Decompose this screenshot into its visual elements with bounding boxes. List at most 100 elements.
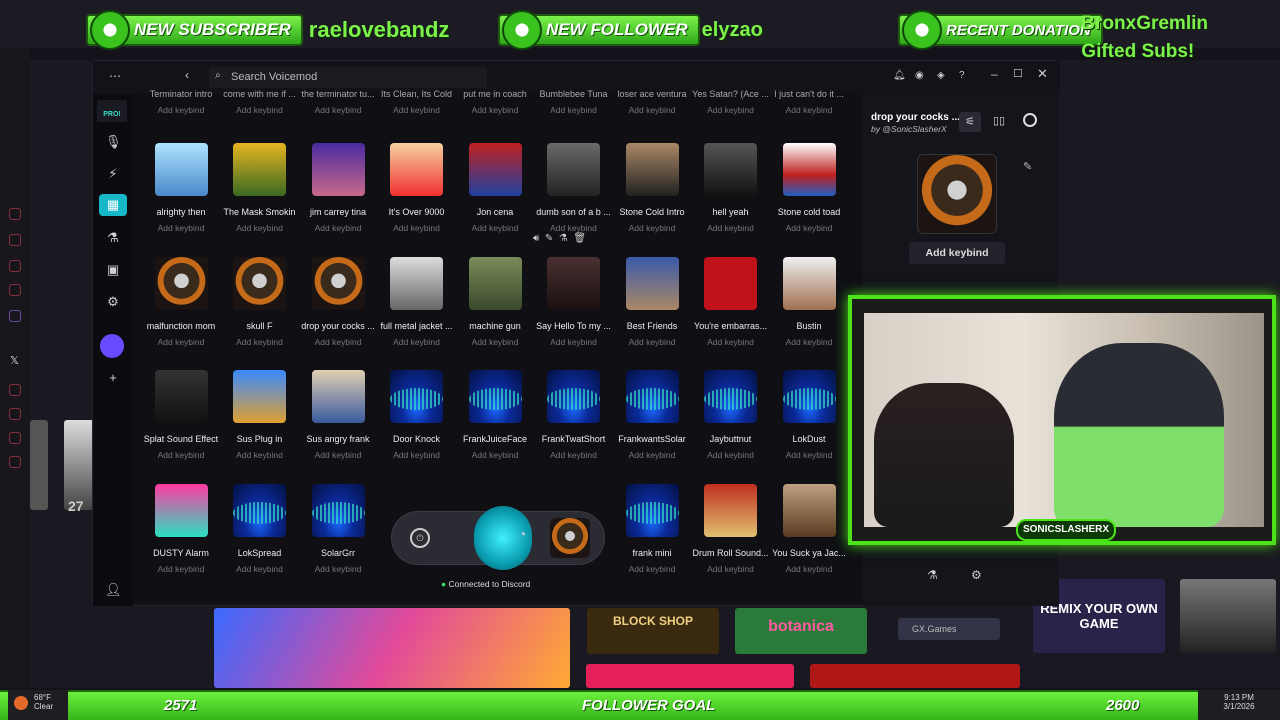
tile-botanica[interactable]: botanica [735,608,867,654]
sound-item[interactable]: DUSTY Alarm Add keybind [141,483,221,574]
sound-thumbnail[interactable] [311,256,365,310]
sound-item[interactable]: Jon cena Add keybind [455,143,535,233]
add-keybind-button[interactable]: Add keybind [909,242,1005,264]
add-keybind-link[interactable]: Add keybind [377,337,457,347]
sound-item[interactable]: I just can't do it ... Add keybind [769,89,849,115]
sound-thumbnail[interactable] [625,256,679,310]
add-keybind-link[interactable]: Add keybind [769,337,849,347]
sound-item[interactable]: Say Hello To my ... Add keybind [534,256,614,347]
more-menu-icon[interactable]: ⋯ [109,69,121,83]
sound-thumbnail[interactable] [233,143,286,196]
sound-item[interactable]: frank mini Add keybind [612,483,692,574]
sound-item[interactable]: Best Friends Add keybind [612,256,692,347]
flask-icon[interactable]: ⚗︎ [927,568,938,582]
sound-item[interactable]: drop your cocks ... Add keybind [298,256,378,347]
sound-thumbnail[interactable] [233,370,286,423]
add-keybind-link[interactable]: Add keybind [377,450,457,460]
sound-item[interactable]: full metal jacket ... Add keybind [377,256,457,347]
sound-thumbnail[interactable] [547,143,600,196]
add-keybind-link[interactable]: Add keybind [377,223,457,233]
trash-icon[interactable]: 🗑︎ [573,233,586,244]
sound-item[interactable]: SolarGrr Add keybind [298,483,378,574]
tag-icon[interactable]: ◈ [937,70,945,81]
game-tile[interactable] [586,664,794,688]
add-keybind-link[interactable]: Add keybind [298,105,378,115]
back-arrow-icon[interactable]: ‹ [185,68,189,82]
sound-thumbnail[interactable] [625,370,679,423]
add-keybind-link[interactable]: Add keybind [220,105,300,115]
store-icon[interactable]: ▣ [105,262,121,278]
add-keybind-link[interactable]: Add keybind [455,450,535,460]
sound-thumbnail[interactable] [154,143,208,196]
sound-thumbnail[interactable] [547,370,600,423]
power-icon[interactable]: ⏻ [410,528,430,548]
sound-thumbnail[interactable] [547,256,600,310]
sound-item[interactable]: Stone cold toad Add keybind [769,143,849,233]
sound-thumbnail[interactable] [468,143,522,196]
x-icon[interactable]: 𝕏 [10,354,19,367]
sound-thumbnail[interactable] [782,143,836,196]
sound-item[interactable]: You're embarras... Add keybind [691,256,771,347]
flask-icon[interactable]: ⚗︎ [105,230,121,246]
sidebar-icon[interactable] [9,260,21,272]
add-keybind-link[interactable]: Add keybind [298,564,378,574]
sound-thumbnail[interactable] [782,370,836,423]
sound-item[interactable]: FrankwantsSolar Add keybind [612,370,692,460]
pencil-icon[interactable]: ✎ [1023,160,1032,173]
sound-item[interactable]: Bustin Add keybind [769,256,849,347]
sound-item[interactable]: Sus angry frank Add keybind [298,370,378,460]
settings-icon[interactable] [9,456,21,468]
game-tile[interactable] [64,420,94,510]
sound-item[interactable]: It's Over 9000 Add keybind [377,143,457,233]
sound-thumbnail[interactable] [311,370,365,423]
sound-item[interactable]: come with me if ... Add keybind [220,89,300,115]
sound-item[interactable]: machine gun Add keybind [455,256,535,347]
sound-thumbnail[interactable] [625,143,679,196]
add-keybind-link[interactable]: Add keybind [377,105,457,115]
sound-thumbnail[interactable] [390,256,443,310]
add-keybind-link[interactable]: Add keybind [612,105,692,115]
sound-item[interactable]: FrankTwatShort Add keybind [534,370,614,460]
record-icon[interactable] [1023,113,1037,127]
minimize-icon[interactable]: – [991,67,998,81]
sound-thumbnail[interactable] [154,483,208,537]
user-icon[interactable]: 👤︎ [105,582,122,598]
sound-thumbnail[interactable] [154,256,208,310]
volume-icon[interactable]: 🔊︎ [533,233,539,244]
add-keybind-link[interactable]: Add keybind [298,223,378,233]
sound-item[interactable]: LokSpread Add keybind [220,483,300,574]
add-keybind-link[interactable]: Add keybind [534,223,614,233]
game-tile[interactable] [30,420,48,510]
effects-icon[interactable]: ⚙︎ [971,568,982,582]
book-icon[interactable]: ▯▯ [993,114,1005,127]
sound-item[interactable]: Bumblebee Tuna Add keybind [534,89,614,115]
sidebar-icon[interactable] [9,408,21,420]
sound-thumbnail[interactable] [704,370,757,423]
edit-icon[interactable]: ✎ [545,233,553,244]
game-banner[interactable] [214,608,570,688]
sound-item[interactable]: The Mask Smokin Add keybind [220,143,300,233]
sound-item[interactable]: Its Clean, Its Cold Add keybind [377,89,457,115]
sound-thumbnail[interactable] [311,483,365,537]
sound-item[interactable]: malfunction mom Add keybind [141,256,221,347]
add-keybind-link[interactable]: Add keybind [141,223,221,233]
sound-item[interactable]: Splat Sound Effect Add keybind [141,370,221,460]
add-keybind-link[interactable]: Add keybind [612,337,692,347]
microphone-icon[interactable]: 🎙︎ [105,134,122,150]
add-keybind-link[interactable]: Add keybind [612,564,692,574]
sound-thumbnail[interactable] [390,370,443,423]
settings-icon[interactable]: ⚙︎ [105,294,121,310]
add-keybind-link[interactable]: Add keybind [220,337,300,347]
sound-thumbnail[interactable] [704,256,757,310]
sound-thumbnail[interactable] [625,483,679,537]
sound-item[interactable]: Stone Cold Intro Add keybind [612,143,692,233]
sound-thumbnail[interactable] [233,483,286,537]
sound-item[interactable]: Jaybuttnut Add keybind [691,370,771,460]
sound-item[interactable]: FrankJuiceFace Add keybind [455,370,535,460]
sound-item[interactable]: alrighty then Add keybind [141,143,221,233]
sound-item[interactable]: Terminator intro Add keybind [141,89,221,115]
sidebar-icon[interactable] [9,432,21,444]
discord-icon[interactable]: ◉ [915,70,924,81]
add-keybind-link[interactable]: Add keybind [298,337,378,347]
add-keybind-link[interactable]: Add keybind [769,223,849,233]
